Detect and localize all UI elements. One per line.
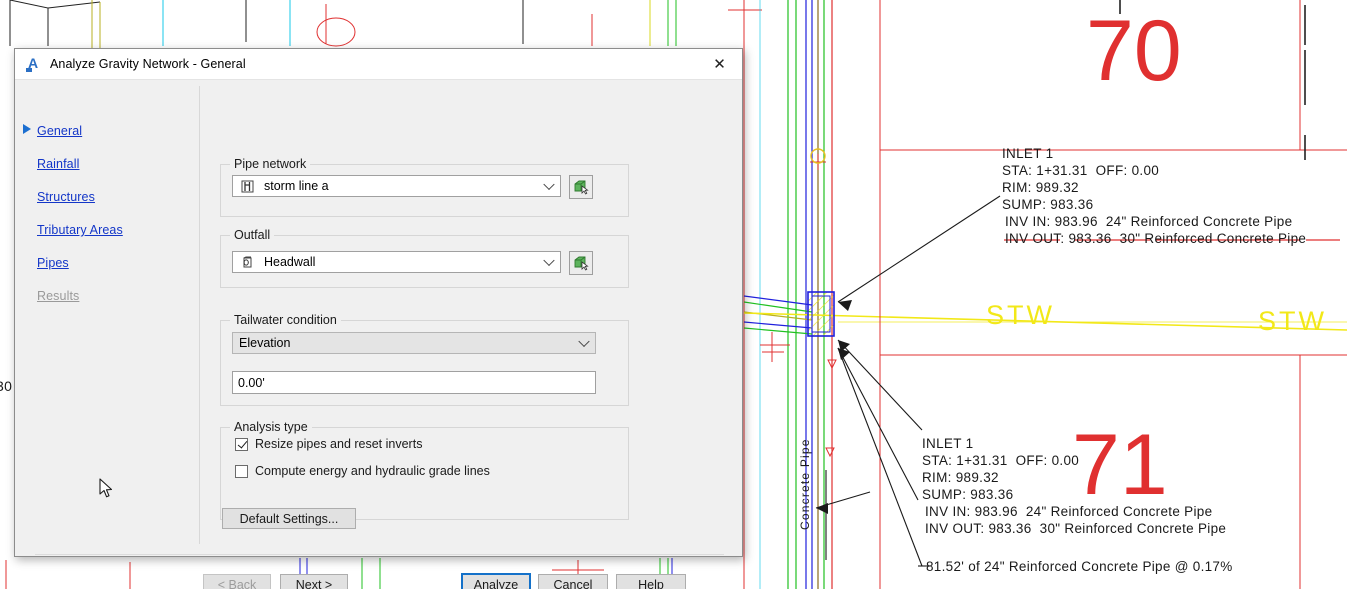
label2-line6: INV OUT: 983.36 30" Reinforced Concrete … [925,521,1227,536]
analyze-label: Analyze [473,578,519,589]
nav-item-rainfall[interactable]: Rainfall [37,155,80,173]
label1-line2: STA: 1+31.31 OFF: 0.00 [1002,163,1160,178]
pipe-network-combobox[interactable]: storm line a [232,175,561,197]
tailwater-condition-label: Tailwater condition [230,313,341,327]
cad-parcel-number-70: 70 [1086,3,1182,99]
outfall-combobox[interactable]: Headwall [232,251,561,273]
analysis-type-label: Analysis type [230,420,312,434]
checkbox-compute-energy-box[interactable] [235,464,248,478]
nav-item-structures[interactable]: Structures [37,188,95,206]
cad-edge-text: 30 [0,378,13,394]
checkbox-compute-energy[interactable]: Compute energy and hydraulic grade lines [235,464,490,478]
pick-object-icon [574,256,589,271]
checkbox-resize-pipes-box[interactable] [235,437,248,451]
nav-label-general[interactable]: General [37,124,82,138]
nav-label-structures[interactable]: Structures [37,190,95,204]
checkbox-resize-pipes[interactable]: Resize pipes and reset inverts [235,437,422,451]
active-step-arrow-icon [23,124,31,134]
back-button: < Back [203,574,271,589]
label2-line4: SUMP: 983.36 [922,487,1014,502]
nav-item-general[interactable]: General [37,122,82,140]
cad-stw-label-right: STW [1258,306,1327,336]
tailwater-elevation-input[interactable]: 0.00' [232,371,596,394]
screen: 70 71 STW STW Concrete Pipe 30 INLET 1 S… [0,0,1347,589]
back-label: < Back [217,578,257,589]
label1-line4: SUMP: 983.36 [1002,197,1094,212]
analyze-gravity-network-dialog[interactable]: A Analyze Gravity Network - General ✕ Ge… [14,48,743,589]
pipe-network-pick-button[interactable] [569,175,593,199]
cad-structure-label-2: INLET 1 STA: 1+31.31 OFF: 0.00 RIM: 989.… [922,436,1226,536]
default-settings-button[interactable]: Default Settings... [222,508,356,529]
tailwater-condition-value: Elevation [239,336,291,350]
chevron-down-icon[interactable] [543,178,555,191]
nav-label-tributary-areas[interactable]: Tributary Areas [37,223,123,237]
pipe-network-icon [238,180,256,193]
dialog-title: Analyze Gravity Network - General [50,57,246,71]
analyze-button[interactable]: Analyze [461,573,531,589]
dialog-body: General Rainfall Structures Tributary Ar… [15,80,742,556]
nav-label-rainfall[interactable]: Rainfall [37,157,80,171]
label1-line1: INLET 1 [1002,146,1054,161]
cancel-button[interactable]: Cancel [538,574,608,589]
cad-structure-label-1: INLET 1 STA: 1+31.31 OFF: 0.00 RIM: 989.… [1002,146,1306,246]
cad-stw-label-left: STW [986,300,1055,330]
tailwater-elevation-value: 0.00' [238,375,265,390]
dialog-titlebar[interactable]: A Analyze Gravity Network - General ✕ [15,49,742,80]
cad-pipe-vertical-label: Concrete Pipe [798,438,812,530]
outfall-label: Outfall [230,228,275,242]
cancel-label: Cancel [553,578,593,589]
label1-line6: INV OUT: 983.36 30" Reinforced Concrete … [1005,231,1307,246]
label1-line3: RIM: 989.32 [1002,180,1079,195]
chevron-down-icon[interactable] [578,335,590,348]
label2-line2: STA: 1+31.31 OFF: 0.00 [922,453,1080,468]
next-button[interactable]: Next > [280,574,348,589]
pipe-network-label: Pipe network [230,157,311,171]
nav-divider-lower [199,510,200,544]
tailwater-condition-combobox[interactable]: Elevation [232,332,596,354]
mouse-cursor [99,478,113,498]
label1-line5: INV IN: 983.96 24" Reinforced Concrete P… [1005,214,1293,229]
label2-line1: INLET 1 [922,436,974,451]
outfall-pick-button[interactable] [569,251,593,275]
outfall-value: Headwall [264,255,316,269]
help-label: Help [638,578,664,589]
checkbox-compute-energy-label: Compute energy and hydraulic grade lines [255,464,490,478]
next-label: Next > [295,578,333,589]
label2-line3: RIM: 989.32 [922,470,999,485]
close-icon[interactable]: ✕ [697,49,742,79]
wizard-navigation: General Rainfall Structures Tributary Ar… [15,80,187,546]
pipe-network-value: storm line a [264,179,329,193]
nav-label-pipes[interactable]: Pipes [37,256,69,270]
chevron-down-icon[interactable] [543,254,555,267]
default-settings-label: Default Settings... [239,511,339,526]
nav-item-tributary-areas[interactable]: Tributary Areas [37,221,123,239]
headwall-icon [238,256,256,269]
cad-pipe-length-note: 81.52' of 24" Reinforced Concrete Pipe @… [926,559,1233,574]
label2-line5: INV IN: 983.96 24" Reinforced Concrete P… [925,504,1213,519]
nav-label-results: Results [37,289,80,303]
nav-divider [199,86,200,542]
checkbox-resize-pipes-label: Resize pipes and reset inverts [255,437,423,451]
nav-item-pipes[interactable]: Pipes [37,254,69,272]
pick-object-icon [574,180,589,195]
autodesk-a-icon: A [26,55,39,72]
nav-item-results: Results [37,287,79,305]
footer-separator [35,554,724,555]
help-button[interactable]: Help [616,574,686,589]
